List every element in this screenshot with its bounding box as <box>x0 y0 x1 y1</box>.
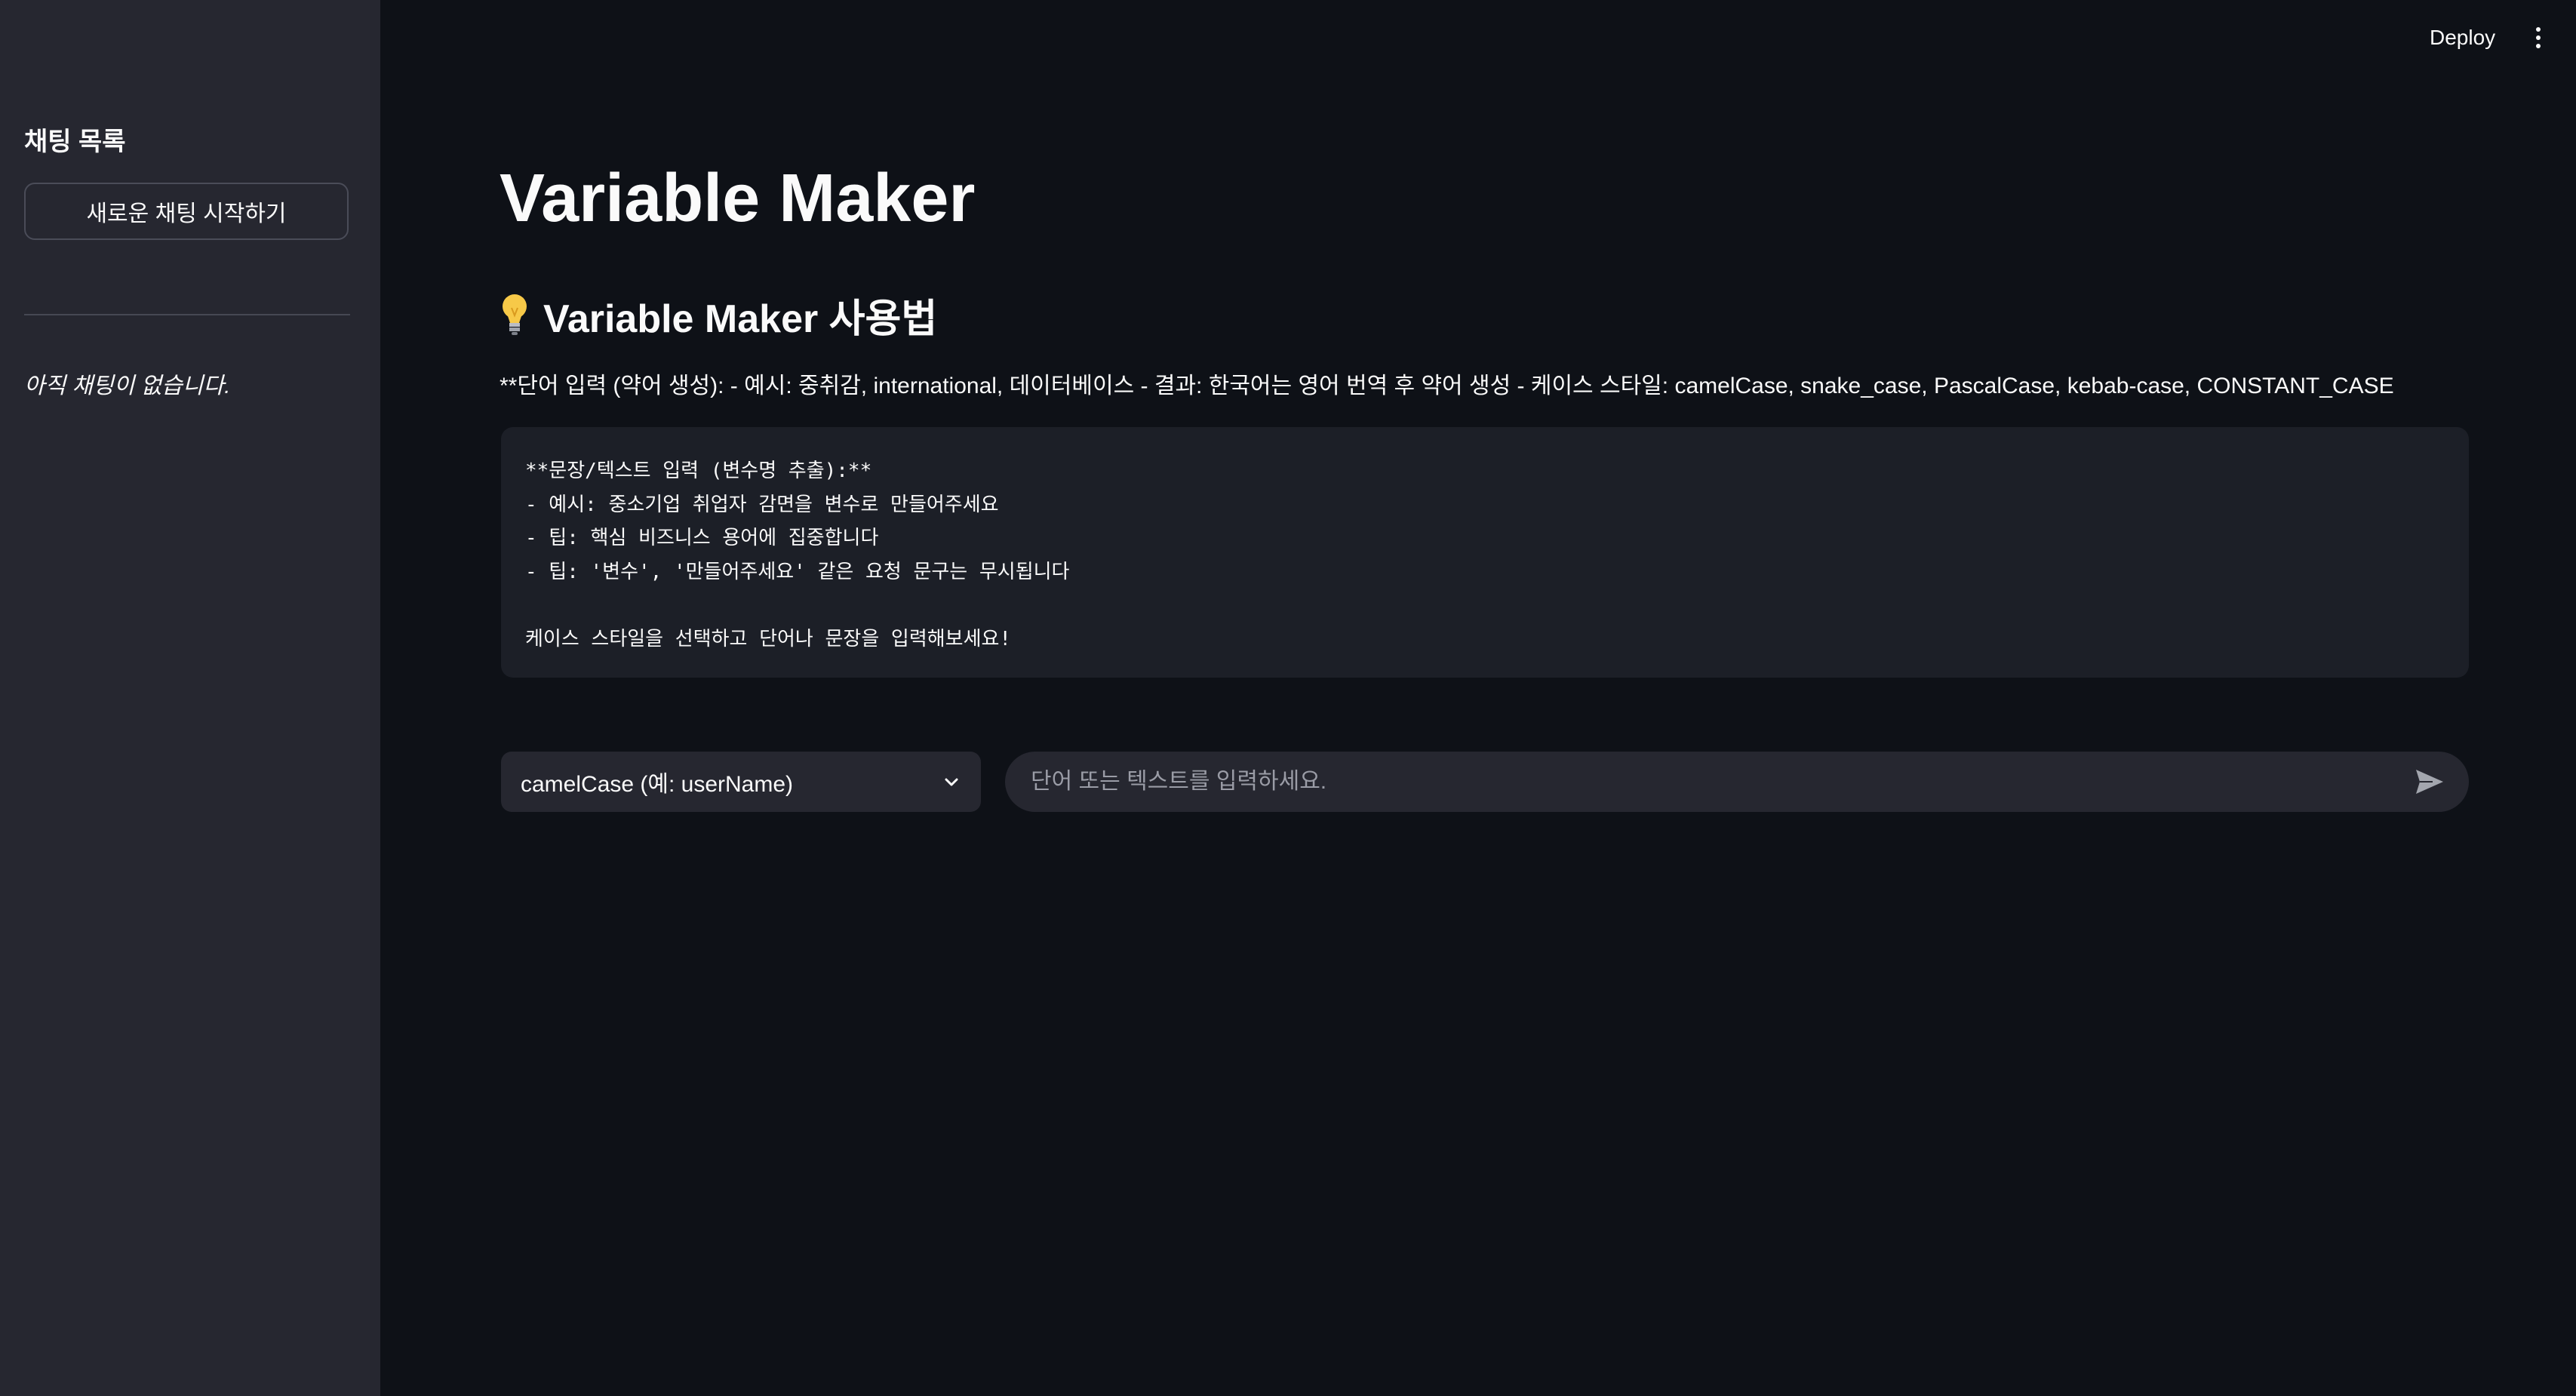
code-text: **문장/텍스트 입력 (변수명 추출):** - 예시: 중소기업 취업자 감… <box>525 460 1070 650</box>
sidebar-title: 채팅 목록 <box>24 128 126 156</box>
subheader-text: Variable Maker 사용법 <box>543 297 938 341</box>
chat-input[interactable] <box>1029 768 2413 795</box>
send-icon <box>2416 770 2443 794</box>
chat-input-container <box>1005 752 2469 812</box>
deploy-button[interactable]: Deploy <box>2430 23 2495 53</box>
lightbulb-icon <box>503 294 527 335</box>
send-button[interactable] <box>2413 765 2446 798</box>
case-style-select[interactable]: camelCase (예: userName) <box>501 752 981 812</box>
page-title: Variable Maker <box>500 161 976 236</box>
sidebar-divider <box>24 314 350 315</box>
sidebar: 채팅 목록 새로운 채팅 시작하기 아직 채팅이 없습니다. <box>0 0 380 1396</box>
usage-subheader: Variable Maker 사용법 <box>500 288 937 341</box>
new-chat-button[interactable]: 새로운 채팅 시작하기 <box>24 183 349 240</box>
kebab-menu-icon[interactable] <box>2531 23 2546 53</box>
description-text: **단어 입력 (약어 생성): - 예시: 중취감, internationa… <box>500 374 2394 398</box>
code-block: **문장/텍스트 입력 (변수명 추출):** - 예시: 중소기업 취업자 감… <box>501 427 2469 678</box>
empty-chat-text: 아직 채팅이 없습니다. <box>24 374 231 398</box>
chevron-down-icon <box>945 778 958 786</box>
case-style-value: camelCase (예: userName) <box>521 772 794 797</box>
